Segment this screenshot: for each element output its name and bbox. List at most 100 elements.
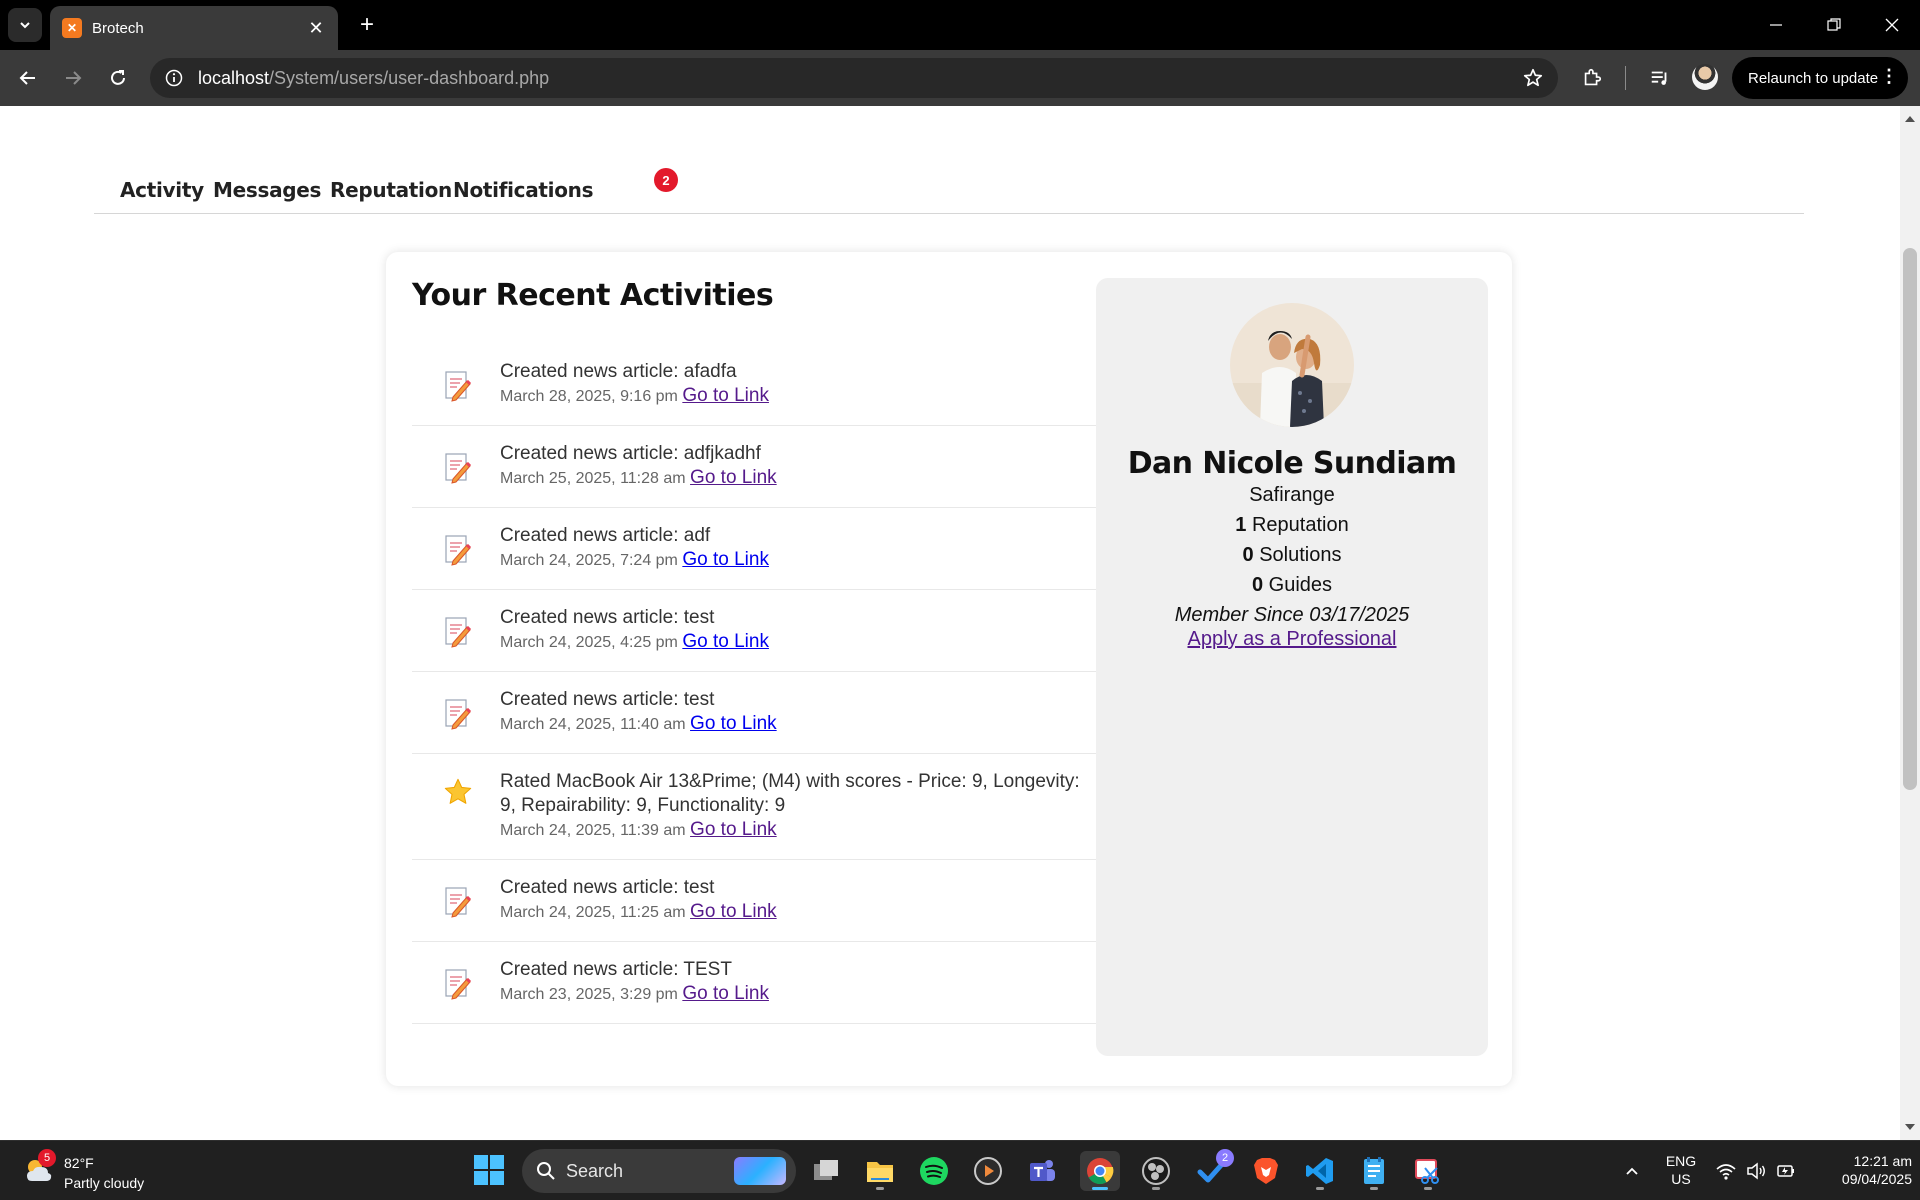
article-edit-icon: [442, 452, 474, 484]
forward-button[interactable]: [55, 60, 91, 96]
back-button[interactable]: [10, 60, 46, 96]
search-icon: [537, 1162, 555, 1180]
notification-count-badge: 2: [654, 168, 678, 192]
clock[interactable]: 12:21 am 09/04/2025: [1808, 1152, 1912, 1188]
wifi-icon[interactable]: [1716, 1161, 1736, 1181]
profile-avatar[interactable]: [1692, 64, 1718, 90]
language-primary: ENG: [1665, 1153, 1697, 1169]
media-controls-button[interactable]: [1646, 64, 1674, 92]
activity-title: Created news article: TEST: [500, 959, 732, 980]
activity-date: March 24, 2025, 4:25 pm: [500, 634, 678, 651]
teams-icon: [1030, 1160, 1055, 1181]
volume-icon[interactable]: [1746, 1161, 1766, 1181]
snipping-tool-button[interactable]: [1408, 1151, 1448, 1191]
media-queue-icon: [1651, 71, 1667, 85]
teams-button[interactable]: [1022, 1151, 1062, 1191]
scroll-down-arrow-icon[interactable]: [1905, 1124, 1915, 1130]
close-icon: [1885, 18, 1899, 32]
guides-label: Guides: [1268, 574, 1333, 596]
page-scrollbar[interactable]: [1900, 106, 1920, 1140]
tab-title: Brotech: [92, 19, 144, 37]
todo-badge: 2: [1216, 1149, 1234, 1167]
go-to-link[interactable]: Go to Link: [690, 901, 777, 922]
reload-button[interactable]: [100, 60, 136, 96]
go-to-link[interactable]: Go to Link: [690, 713, 777, 734]
site-info-icon[interactable]: [164, 68, 184, 88]
file-explorer-button[interactable]: [860, 1151, 900, 1191]
media-player-button[interactable]: [968, 1151, 1008, 1191]
go-to-link[interactable]: Go to Link: [682, 549, 769, 570]
notepad-button[interactable]: [1354, 1151, 1394, 1191]
start-button[interactable]: [474, 1155, 504, 1185]
new-tab-button[interactable]: +: [352, 10, 382, 40]
task-view-button[interactable]: [806, 1151, 846, 1191]
article-edit-icon: [442, 968, 474, 1000]
activity-date: March 24, 2025, 11:25 am: [500, 904, 686, 921]
arrow-left-icon: [19, 71, 35, 85]
taskbar-search[interactable]: Search: [522, 1149, 796, 1193]
bookmark-star-icon[interactable]: [1522, 67, 1544, 89]
todo-button[interactable]: 2: [1192, 1149, 1234, 1191]
apply-professional-link[interactable]: Apply as a Professional: [1187, 628, 1396, 650]
tab-notifications[interactable]: Notifications: [453, 178, 594, 202]
spotify-button[interactable]: [914, 1151, 954, 1191]
weather-desc: Partly cloudy: [64, 1175, 145, 1191]
chevron-up-icon[interactable]: [1622, 1161, 1642, 1181]
tab-search-button[interactable]: [8, 8, 42, 42]
go-to-link[interactable]: Go to Link: [690, 467, 777, 488]
article-edit-icon: [442, 698, 474, 730]
chrome-button[interactable]: [1080, 1151, 1120, 1191]
tab-close-icon[interactable]: ✕: [306, 18, 326, 39]
solutions-label: Solutions: [1259, 544, 1342, 566]
article-edit-icon: [442, 370, 474, 402]
address-bar[interactable]: localhost/System/users/user-dashboard.ph…: [150, 58, 1558, 98]
folder-icon: [867, 1162, 893, 1182]
solutions-stat: 0 Solutions: [1096, 544, 1488, 567]
restore-button[interactable]: [1806, 0, 1862, 50]
activity-date: March 24, 2025, 11:40 am: [500, 716, 686, 733]
activity-title: Created news article: adf: [500, 525, 711, 546]
weather-widget[interactable]: 5 82°F Partly cloudy: [20, 1149, 160, 1193]
activity-title: Created news article: adfjkadhf: [500, 443, 761, 464]
language-indicator[interactable]: ENG US: [1660, 1152, 1702, 1188]
extensions-button[interactable]: [1578, 64, 1606, 92]
reputation-count: 1: [1235, 514, 1247, 536]
browser-titlebar: ✕ Brotech ✕ +: [0, 0, 1920, 50]
activity-date: March 24, 2025, 7:24 pm: [500, 552, 678, 569]
xampp-favicon-icon: ✕: [62, 18, 82, 38]
minimize-button[interactable]: [1748, 0, 1804, 50]
browser-tab-active[interactable]: ✕ Brotech ✕: [50, 6, 338, 50]
search-label: Search: [566, 1161, 624, 1181]
close-window-button[interactable]: [1864, 0, 1920, 50]
activity-title: Rated MacBook Air 13&Prime; (M4) with sc…: [500, 771, 1080, 816]
star-icon: [442, 776, 474, 808]
battery-charging-icon[interactable]: [1776, 1161, 1796, 1181]
tab-reputation[interactable]: Reputation: [330, 178, 452, 202]
relaunch-to-update-button[interactable]: Relaunch to update ⋮: [1732, 57, 1908, 99]
scroll-up-arrow-icon[interactable]: [1905, 116, 1915, 122]
browser-toolbar: localhost/System/users/user-dashboard.ph…: [0, 50, 1920, 106]
tab-messages[interactable]: Messages: [213, 178, 321, 202]
reputation-stat: 1 Reputation: [1096, 514, 1488, 537]
go-to-link[interactable]: Go to Link: [690, 819, 777, 840]
go-to-link[interactable]: Go to Link: [682, 385, 769, 406]
activity-date: March 24, 2025, 11:39 am: [500, 822, 686, 839]
chevron-down-icon: [20, 22, 30, 29]
vscode-button[interactable]: [1300, 1151, 1340, 1191]
activity-date: March 28, 2025, 9:16 pm: [500, 388, 678, 405]
more-menu-icon[interactable]: ⋮: [1880, 67, 1898, 85]
weather-temp: 82°F: [64, 1155, 94, 1171]
go-to-link[interactable]: Go to Link: [682, 983, 769, 1004]
arrow-right-icon: [66, 71, 82, 85]
obs-button[interactable]: [1136, 1151, 1176, 1191]
go-to-link[interactable]: Go to Link: [682, 631, 769, 652]
minimize-icon: [1770, 24, 1782, 26]
member-since: Member Since 03/17/2025: [1174, 604, 1410, 626]
clock-date: 09/04/2025: [1841, 1171, 1912, 1187]
tab-activity[interactable]: Activity: [120, 178, 204, 202]
recent-activities-heading: Your Recent Activities: [412, 278, 774, 313]
snipping-tool-icon: [1415, 1159, 1439, 1184]
activity-item: Rated MacBook Air 13&Prime; (M4) with sc…: [412, 754, 1096, 860]
brave-button[interactable]: [1246, 1151, 1286, 1191]
scroll-thumb[interactable]: [1903, 248, 1917, 790]
